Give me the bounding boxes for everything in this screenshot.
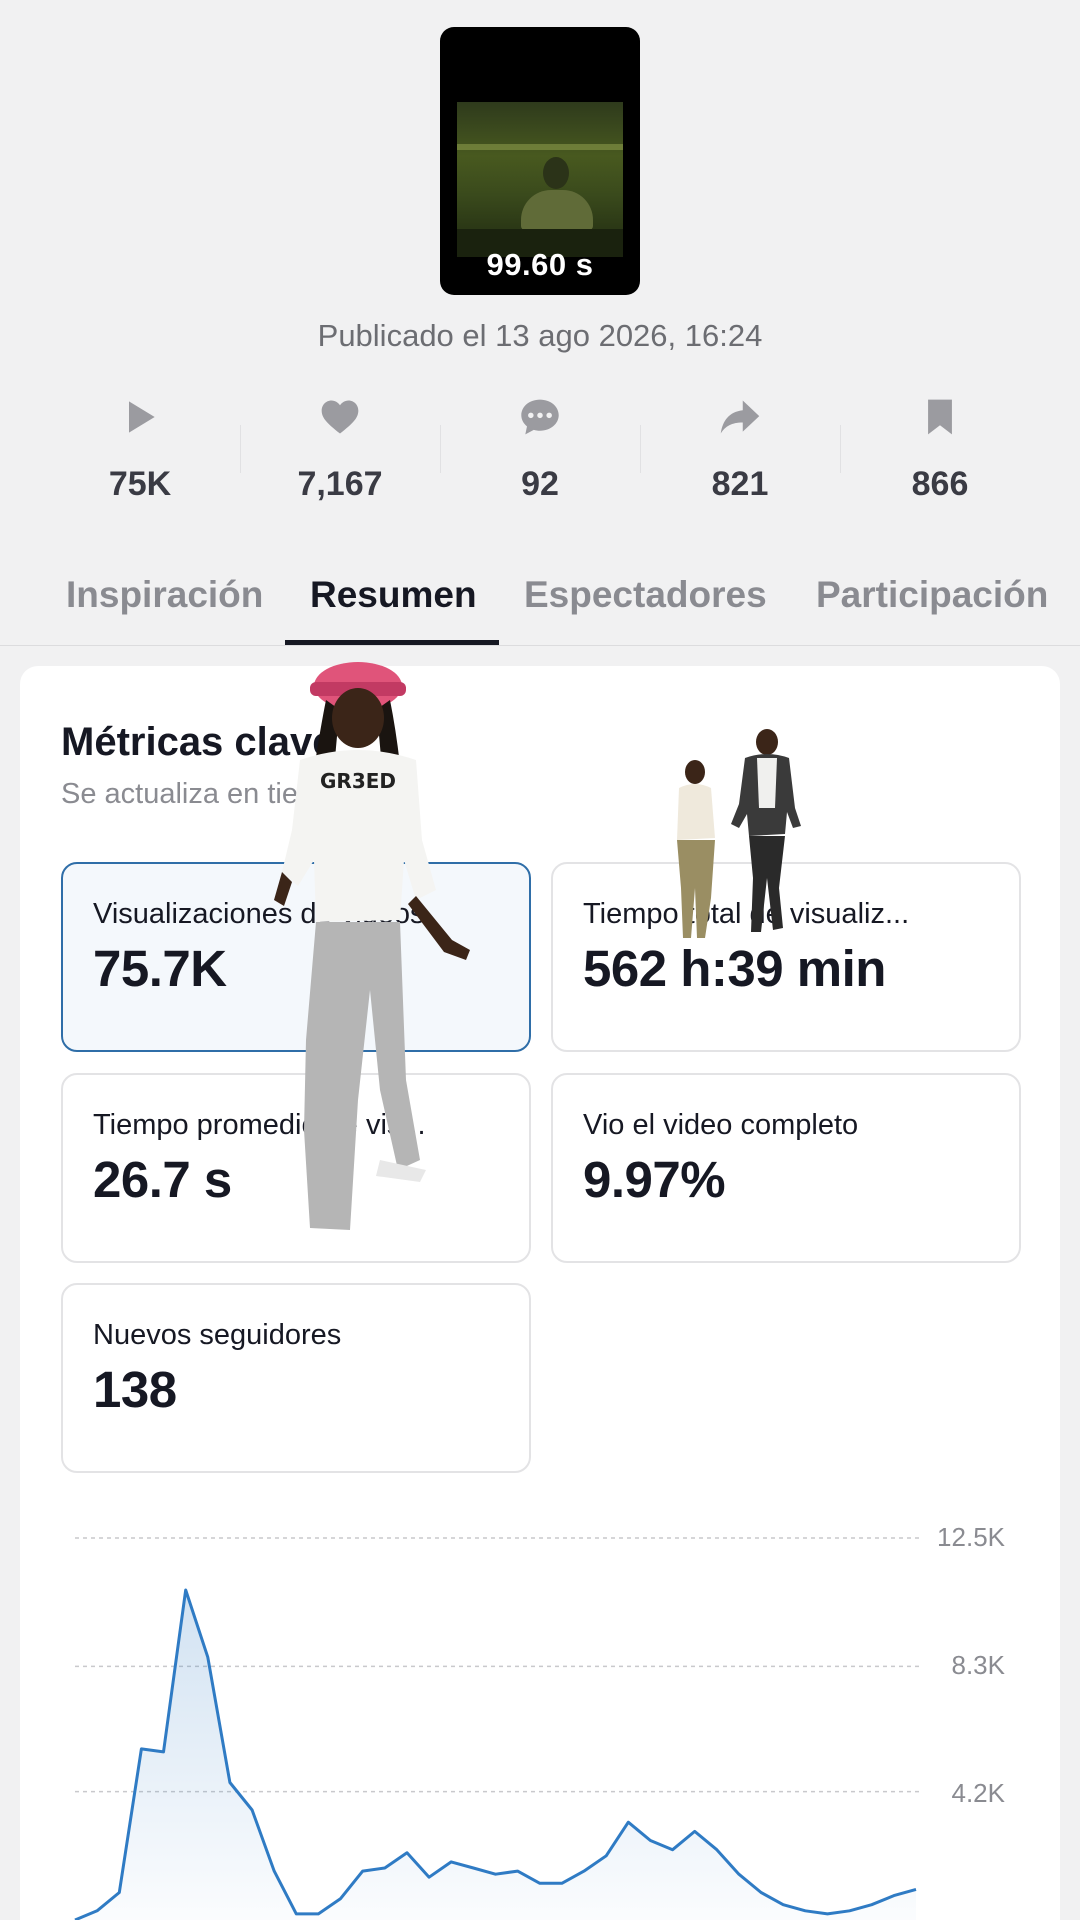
- thumbnail-image: [457, 102, 623, 257]
- person-sticker: GR3ED: [240, 660, 480, 1240]
- stats-row: 75K 7,167 92 821 866: [40, 395, 1040, 515]
- stat-likes: 7,167: [240, 395, 440, 515]
- metric-label: Nuevos seguidores: [93, 1319, 342, 1351]
- views-chart: 12.5K 8.3K 4.2K: [0, 1500, 1080, 1920]
- stat-shares-value: 821: [711, 465, 769, 503]
- stat-saves-value: 866: [911, 465, 969, 503]
- stat-comments-value: 92: [521, 465, 559, 503]
- video-duration: 99.60 s: [486, 247, 594, 282]
- stat-shares: 821: [640, 395, 840, 515]
- heart-icon: [318, 395, 362, 439]
- views-chart-svg: [74, 1537, 920, 1920]
- stat-views-value: 75K: [108, 465, 172, 503]
- comment-icon: [518, 395, 562, 439]
- tab-participacion[interactable]: Participación: [816, 574, 1048, 616]
- metric-label: Vio el video completo: [583, 1109, 859, 1141]
- analytics-tabs: Inspiración Resumen Espectadores Partici…: [0, 560, 1080, 646]
- metric-value: 138: [93, 1361, 177, 1418]
- svg-text:GR3ED: GR3ED: [320, 769, 396, 793]
- metric-new-followers[interactable]: Nuevos seguidores 138: [61, 1283, 531, 1473]
- y-tick-label: 12.5K: [937, 1522, 1005, 1552]
- tab-inspiracion[interactable]: Inspiración: [66, 574, 263, 616]
- metric-value: 9.97%: [583, 1151, 726, 1208]
- metric-completion-rate[interactable]: Vio el video completo 9.97%: [551, 1073, 1021, 1263]
- share-icon: [718, 395, 762, 439]
- people-sticker: [665, 728, 805, 953]
- tab-espectadores[interactable]: Espectadores: [524, 574, 767, 616]
- stat-saves: 866: [840, 395, 1040, 515]
- y-tick-label: 4.2K: [951, 1778, 1006, 1808]
- video-thumbnail[interactable]: 99.60 s: [440, 27, 640, 295]
- tab-resumen[interactable]: Resumen: [310, 574, 477, 616]
- stat-comments: 92: [440, 395, 640, 515]
- stat-likes-value: 7,167: [297, 465, 383, 503]
- published-date: Publicado el 13 ago 2026, 16:24: [317, 318, 763, 353]
- active-tab-indicator: [285, 640, 499, 645]
- bookmark-icon: [918, 395, 962, 439]
- play-icon: [118, 395, 162, 439]
- stat-views: 75K: [40, 395, 240, 515]
- y-tick-label: 8.3K: [951, 1650, 1006, 1680]
